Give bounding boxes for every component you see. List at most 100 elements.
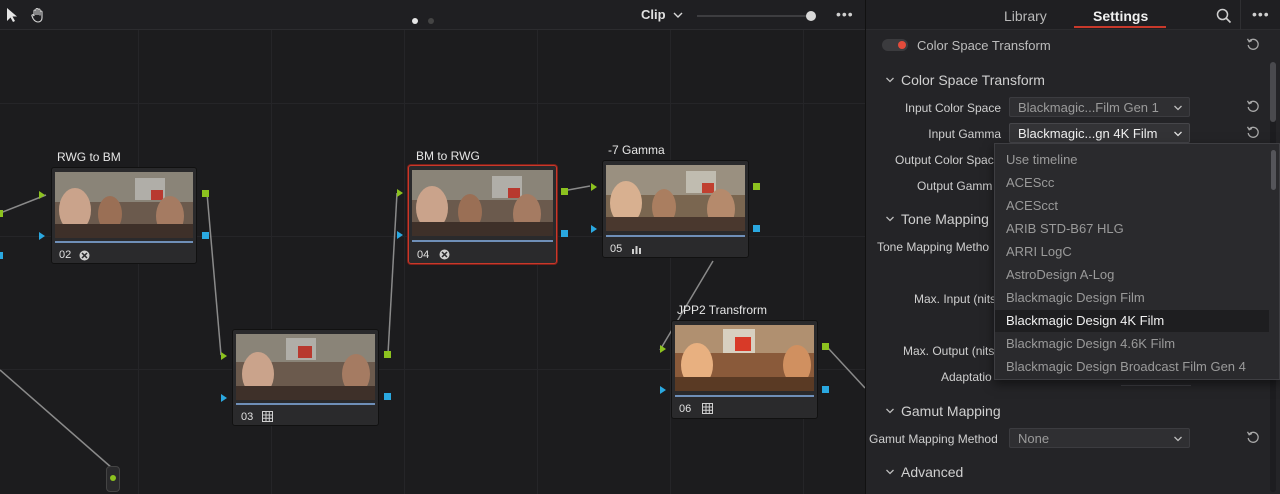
hand-icon[interactable] xyxy=(30,7,46,23)
node-03[interactable]: 03 xyxy=(232,329,379,426)
node-title: -7 Gamma xyxy=(608,143,665,157)
reset-icon[interactable] xyxy=(1246,125,1260,139)
chevron-down-icon[interactable] xyxy=(885,214,895,224)
node-thumbnail xyxy=(675,325,814,391)
output-color-space-label: Output Color Spac xyxy=(895,153,994,167)
node-output-port[interactable] xyxy=(0,210,3,217)
clip-mode-label[interactable]: Clip xyxy=(641,7,666,22)
reset-icon[interactable] xyxy=(1246,99,1260,113)
section-title-gamut-mapping[interactable]: Gamut Mapping xyxy=(901,403,1001,419)
plugin-enable-toggle[interactable] xyxy=(882,39,908,51)
page-dots[interactable] xyxy=(412,13,444,27)
node-05[interactable]: 05 xyxy=(602,160,749,258)
node-04[interactable]: 04 xyxy=(408,165,557,264)
node-output-port[interactable] xyxy=(384,351,391,358)
output-node[interactable] xyxy=(106,466,120,492)
node-input-port[interactable] xyxy=(591,225,597,233)
option-item[interactable]: Blackmagic Design 4.6K Film xyxy=(995,333,1269,355)
tone-mapping-method-label: Tone Mapping Metho xyxy=(877,240,990,254)
node-progress-line xyxy=(236,403,375,405)
node-input-port[interactable] xyxy=(221,394,227,402)
option-item[interactable]: ACEScc xyxy=(995,172,1269,194)
node-output-port[interactable] xyxy=(822,343,829,350)
chevron-down-icon[interactable] xyxy=(672,9,684,21)
node-02[interactable]: 02 xyxy=(51,167,197,264)
node-output-port[interactable] xyxy=(0,252,3,259)
node-number: 05 xyxy=(610,243,623,255)
input-gamma-options-list[interactable]: Use timeline ACEScc ACEScct ARIB STD-B67… xyxy=(994,143,1280,380)
input-gamma-select[interactable]: Blackmagic...gn 4K Film xyxy=(1009,123,1190,143)
tab-library[interactable]: Library xyxy=(1004,8,1047,24)
fx-icon xyxy=(79,250,90,261)
grid-icon xyxy=(262,411,273,422)
fx-icon xyxy=(439,249,450,260)
node-thumbnail xyxy=(236,334,375,400)
section-title-cst[interactable]: Color Space Transform xyxy=(901,72,1045,88)
pointer-icon[interactable] xyxy=(4,7,20,23)
node-input-port[interactable] xyxy=(39,232,45,240)
node-title: JPP2 Transfrorm xyxy=(677,303,768,317)
node-progress-line xyxy=(55,241,193,243)
node-output-port[interactable] xyxy=(561,188,568,195)
option-item-selected[interactable]: Blackmagic Design 4K Film xyxy=(995,310,1269,332)
option-item[interactable]: ARRI LogC xyxy=(995,241,1269,263)
more-options-icon[interactable]: ••• xyxy=(1252,6,1270,22)
node-input-port[interactable] xyxy=(221,352,227,360)
divider xyxy=(1240,0,1241,30)
node-editor[interactable]: Clip ••• RWG to BM 02 03 BM to RWG 04 -7… xyxy=(0,0,865,494)
option-item[interactable]: AstroDesign A-Log xyxy=(995,264,1269,286)
more-options-icon[interactable]: ••• xyxy=(836,6,854,22)
option-item[interactable]: Use timeline xyxy=(995,149,1269,171)
panel-scrollbar-thumb[interactable] xyxy=(1270,62,1276,122)
panel-tab-bar: Library Settings ••• xyxy=(866,0,1280,30)
zoom-slider-thumb[interactable] xyxy=(806,11,816,21)
zoom-slider[interactable] xyxy=(697,15,812,17)
chevron-down-icon[interactable] xyxy=(885,406,895,416)
chevron-down-icon xyxy=(1174,436,1182,442)
node-title: RWG to BM xyxy=(57,150,121,164)
section-title-tone-mapping[interactable]: Tone Mapping xyxy=(901,211,989,227)
bars-icon xyxy=(632,246,641,254)
node-output-port[interactable] xyxy=(384,393,391,400)
input-color-space-select[interactable]: Blackmagic...Film Gen 1 xyxy=(1009,97,1190,117)
options-scrollbar-thumb[interactable] xyxy=(1271,150,1276,190)
node-progress-line xyxy=(606,235,745,237)
reset-icon[interactable] xyxy=(1246,37,1260,51)
node-number: 02 xyxy=(59,249,72,261)
node-06[interactable]: 06 xyxy=(671,320,818,419)
node-number: 06 xyxy=(679,403,692,415)
node-progress-line xyxy=(675,395,814,397)
option-item[interactable]: ARIB STD-B67 HLG xyxy=(995,218,1269,240)
node-output-port[interactable] xyxy=(561,230,568,237)
gamut-mapping-method-select[interactable]: None xyxy=(1009,428,1190,448)
node-progress-line xyxy=(412,240,553,242)
node-input-port[interactable] xyxy=(591,183,597,191)
node-input-port[interactable] xyxy=(397,231,403,239)
search-icon[interactable] xyxy=(1216,8,1232,24)
option-item[interactable]: Blackmagic Design Broadcast Film Gen 4 xyxy=(995,356,1269,378)
node-input-port[interactable] xyxy=(660,345,666,353)
option-item[interactable]: Blackmagic Design Film xyxy=(995,287,1269,309)
node-output-port[interactable] xyxy=(822,386,829,393)
chevron-down-icon xyxy=(1174,131,1182,137)
adaptation-label: Adaptatio xyxy=(941,370,992,384)
node-output-port[interactable] xyxy=(753,183,760,190)
grid-icon xyxy=(702,403,713,414)
node-number: 03 xyxy=(241,411,254,423)
tab-settings[interactable]: Settings xyxy=(1093,8,1148,24)
reset-icon[interactable] xyxy=(1246,430,1260,444)
node-thumbnail xyxy=(606,165,745,231)
chevron-down-icon[interactable] xyxy=(885,467,895,477)
option-item[interactable]: ACEScct xyxy=(995,195,1269,217)
section-title-advanced[interactable]: Advanced xyxy=(901,464,963,480)
node-input-port[interactable] xyxy=(39,191,45,199)
output-gamma-label: Output Gamm xyxy=(917,179,993,193)
chevron-down-icon[interactable] xyxy=(885,75,895,85)
max-input-label: Max. Input (nits xyxy=(914,292,997,306)
node-output-port[interactable] xyxy=(202,232,209,239)
node-thumbnail xyxy=(55,172,193,238)
node-input-port[interactable] xyxy=(397,189,403,197)
node-output-port[interactable] xyxy=(202,190,209,197)
node-input-port[interactable] xyxy=(660,386,666,394)
node-output-port[interactable] xyxy=(753,225,760,232)
